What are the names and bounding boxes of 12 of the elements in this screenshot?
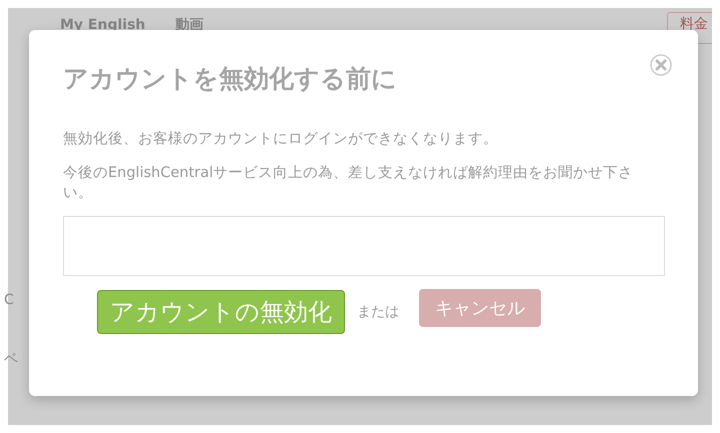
cancel-button[interactable]: キャンセル xyxy=(419,289,541,327)
dialog-text: 無効化後、お客様のアカウントにログインができなくなります。 xyxy=(63,130,499,149)
or-text: または xyxy=(357,303,399,321)
dialog-text: 今後のEnglishCentralサービス向上の為、差し支えなければ解約理由をお聞かせ下さい。 xyxy=(63,164,634,203)
close-icon[interactable] xyxy=(650,54,672,76)
page-text: ベ xyxy=(4,350,18,368)
nav-link[interactable]: My English xyxy=(60,17,146,33)
deactivate-button[interactable]: アカウントの無効化 xyxy=(97,290,345,334)
nav-link[interactable]: 動画 xyxy=(175,16,204,34)
dialog-title: アカウントを無効化する前に xyxy=(63,63,397,95)
page-text: C xyxy=(4,292,14,308)
reason-field[interactable] xyxy=(63,216,665,276)
